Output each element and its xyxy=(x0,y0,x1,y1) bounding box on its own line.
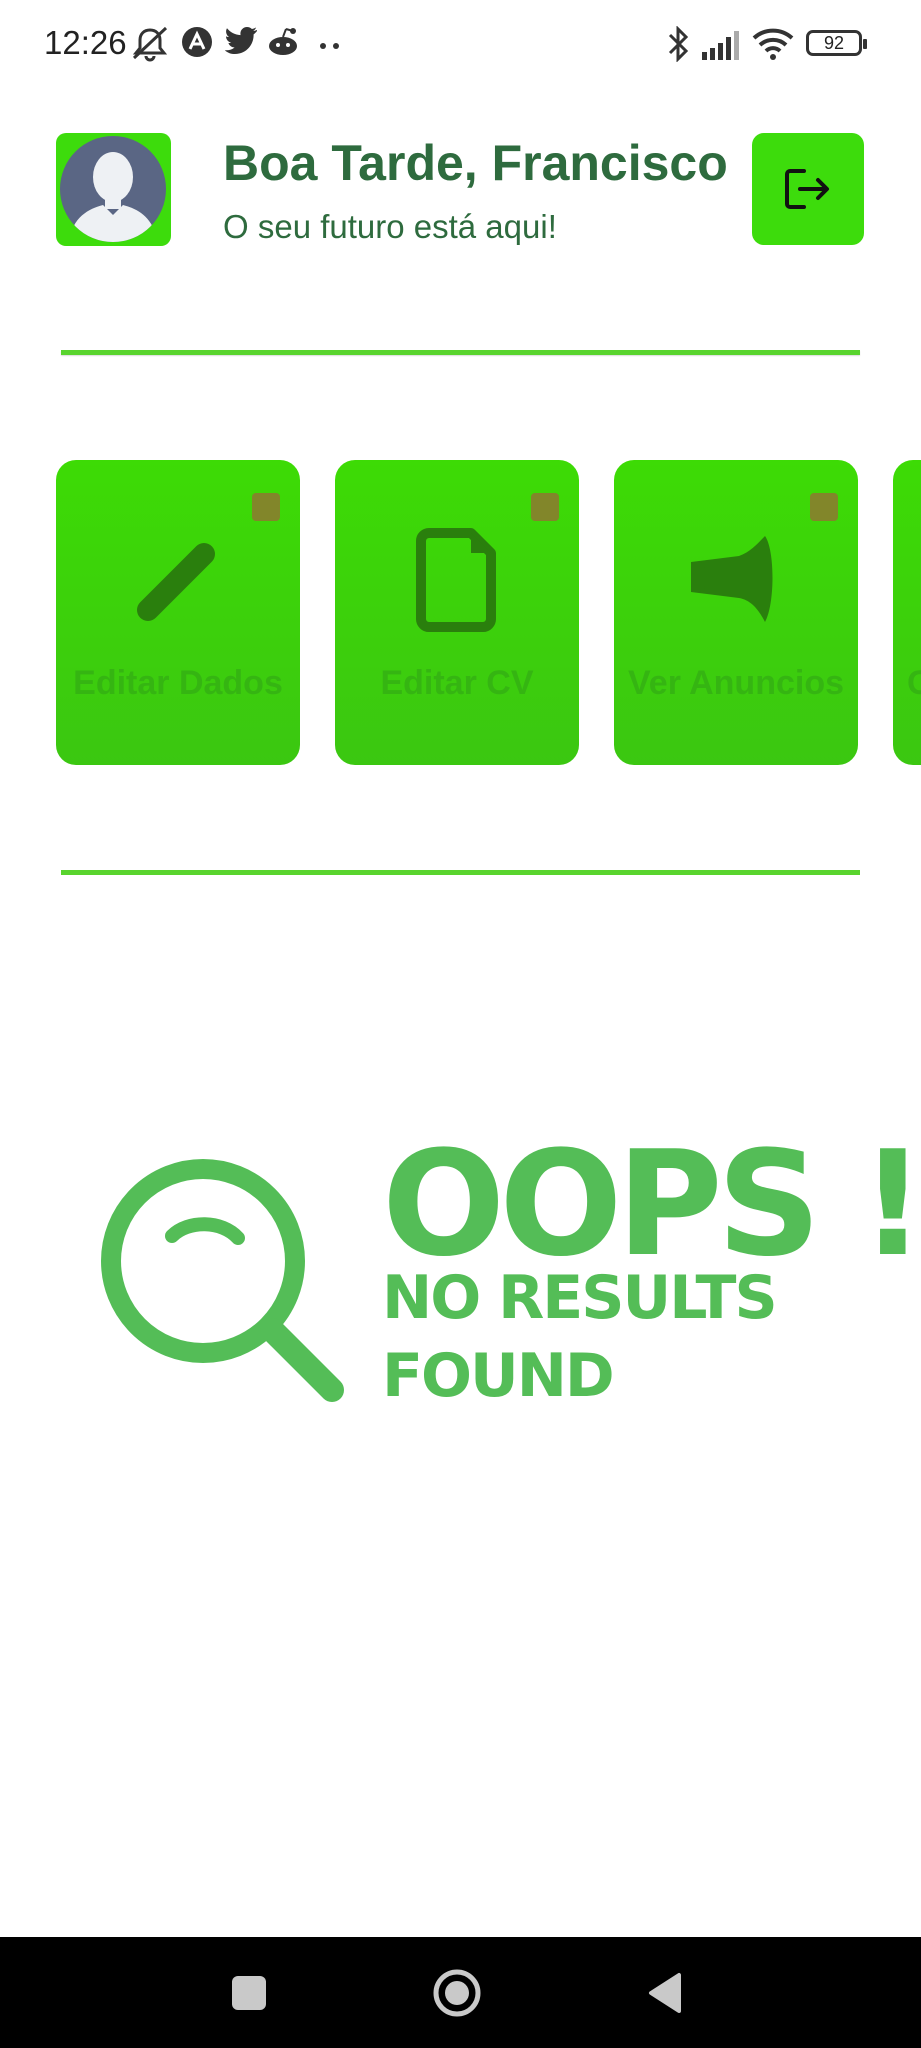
edit-data-card[interactable]: Editar Dados xyxy=(56,460,300,765)
more-dots-icon xyxy=(318,38,342,56)
card-label: Editar Dados xyxy=(73,664,283,702)
back-button[interactable] xyxy=(605,1937,725,2048)
reddit-icon xyxy=(266,26,300,63)
home-button[interactable] xyxy=(397,1937,517,2048)
content-divider xyxy=(61,870,860,875)
status-bar: 12:26 92 xyxy=(0,0,921,90)
action-cards-row[interactable]: Editar Dados Editar CV Ver Anuncios C xyxy=(0,460,921,767)
twitter-icon xyxy=(224,26,258,61)
card-label: Ver Anuncios xyxy=(627,664,845,702)
view-ads-card[interactable]: Ver Anuncios xyxy=(614,460,858,765)
recents-button[interactable] xyxy=(189,1937,309,2048)
megaphone-icon xyxy=(614,520,858,640)
triangle-icon xyxy=(649,1972,681,2013)
found-text: FOUND xyxy=(382,1341,615,1411)
more-card[interactable]: C xyxy=(893,460,921,765)
greeting-subtitle: O seu futuro está aqui! xyxy=(223,208,557,245)
no-results-text: NO RESULTS xyxy=(382,1263,778,1333)
logout-icon xyxy=(785,169,829,209)
mute-icon xyxy=(130,26,170,67)
system-nav-bar xyxy=(0,1937,921,2048)
status-time: 12:26 xyxy=(44,24,127,61)
header-divider xyxy=(61,350,860,355)
card-label: Editar CV xyxy=(380,664,534,702)
card-badge xyxy=(252,493,280,521)
edit-cv-card[interactable]: Editar CV xyxy=(335,460,579,765)
pencil-icon xyxy=(56,520,300,640)
bluetooth-icon xyxy=(666,25,692,67)
signal-icon xyxy=(702,28,744,65)
circle-icon xyxy=(433,1969,481,2016)
avatar[interactable] xyxy=(56,133,171,246)
document-icon xyxy=(335,520,579,640)
oops-title: OOPS ! xyxy=(382,1120,921,1289)
user-avatar-icon xyxy=(60,136,166,242)
app-a-icon xyxy=(181,26,213,63)
battery-icon: 92 xyxy=(806,30,867,56)
card-badge xyxy=(810,493,838,521)
wifi-icon xyxy=(752,26,794,65)
logout-button[interactable] xyxy=(752,133,864,245)
no-results-illustration: OOPS ! NO RESULTS FOUND xyxy=(100,1132,921,1411)
magnifier-icon xyxy=(101,1159,344,1402)
square-icon xyxy=(232,1975,266,2010)
card-label: C xyxy=(907,664,921,702)
card-badge xyxy=(531,493,559,521)
greeting-title: Boa Tarde, Francisco xyxy=(223,135,728,191)
